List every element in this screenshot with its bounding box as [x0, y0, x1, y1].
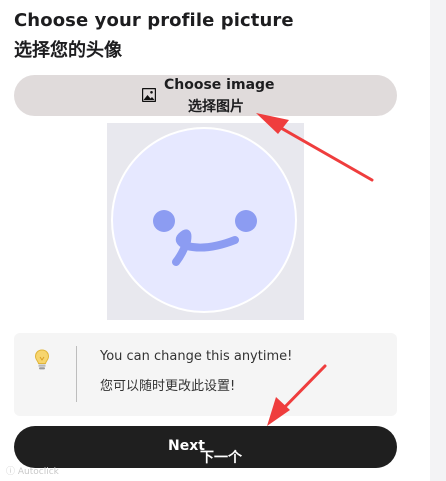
choose-image-label: Choose image: [164, 77, 275, 93]
page-title-zh: 选择您的头像: [14, 40, 122, 61]
tip-text-zh: 您可以随时更改此设置!: [100, 379, 236, 394]
tip-card: You can change this anytime! 您可以随时更改此设置!: [14, 333, 397, 416]
smiley-face-icon: [111, 127, 297, 313]
avatar-preview: [107, 123, 304, 320]
watermark: ⓘ Autoclick: [6, 467, 59, 477]
next-button[interactable]: Next 下一个: [14, 426, 397, 468]
choose-image-label-zh: 选择图片: [188, 99, 244, 115]
tip-text: You can change this anytime!: [100, 349, 293, 364]
lightbulb-icon: [34, 349, 50, 370]
page-title: Choose your profile picture: [14, 10, 294, 31]
next-button-label-zh: 下一个: [200, 450, 242, 466]
choose-image-button[interactable]: Choose image 选择图片: [14, 75, 397, 116]
image-icon: [142, 88, 156, 102]
right-edge-strip: [430, 0, 446, 481]
tip-divider: [76, 346, 77, 402]
